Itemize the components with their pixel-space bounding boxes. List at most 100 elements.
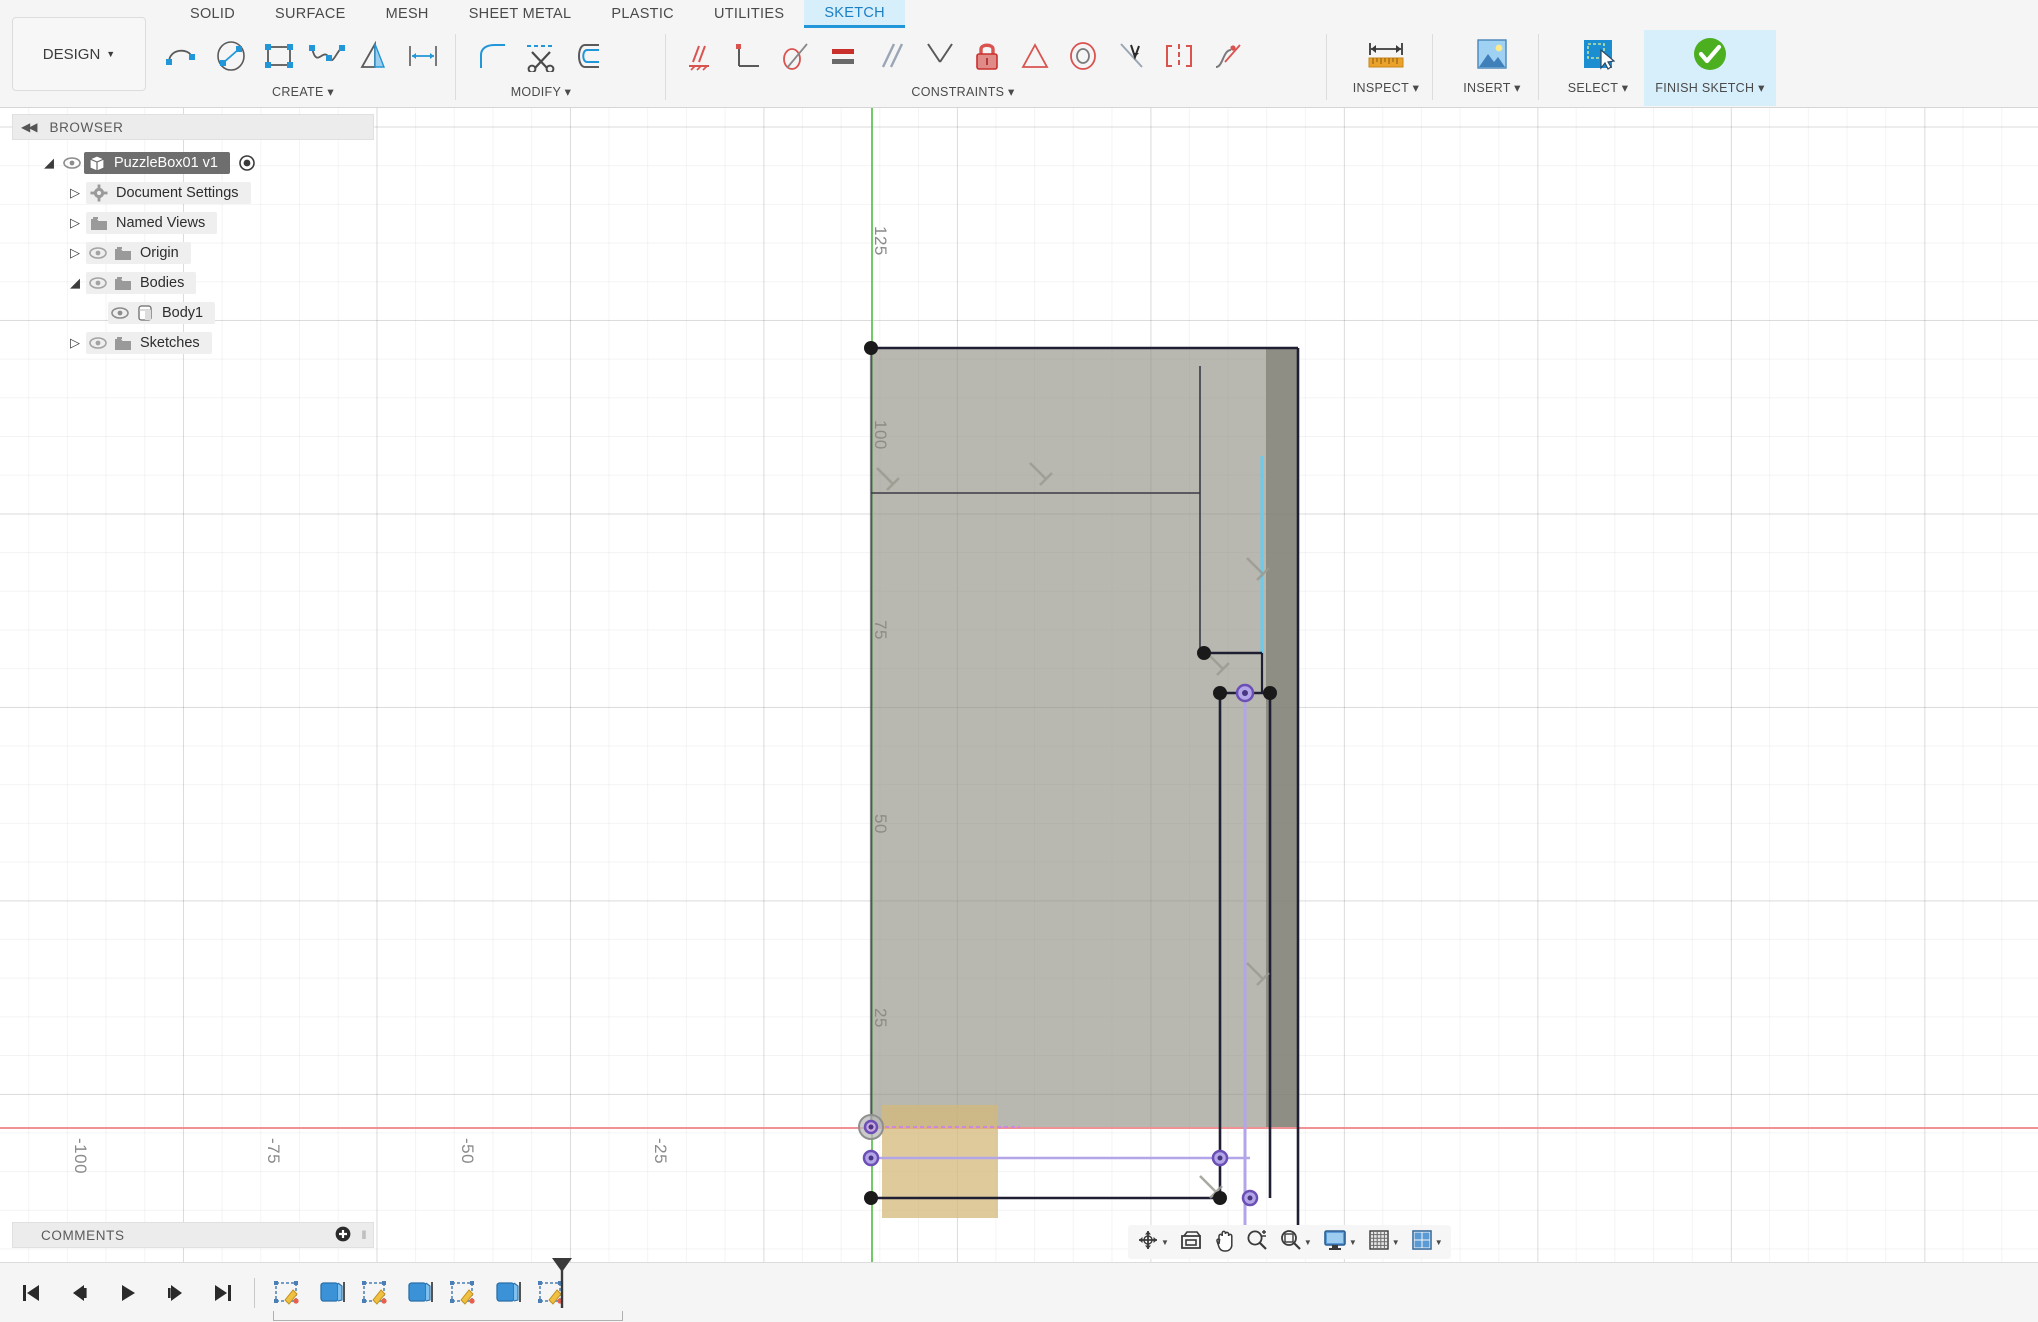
chevron-down-icon[interactable]: ▼ xyxy=(1349,1238,1357,1247)
tab-sketch[interactable]: SKETCH xyxy=(804,0,905,28)
offset-icon[interactable] xyxy=(566,32,612,80)
display-settings-button[interactable]: ▼ xyxy=(1318,1226,1361,1259)
mirror-icon[interactable] xyxy=(352,32,398,80)
zoom-window-button[interactable]: ▼ xyxy=(1275,1226,1316,1259)
expand-arrow-collapsed-icon[interactable]: ▷ xyxy=(64,245,86,261)
activate-component-radio[interactable] xyxy=(238,154,256,172)
sketch-point-pocket-midpoint[interactable] xyxy=(1235,683,1255,703)
pan-button[interactable] xyxy=(1209,1226,1239,1259)
zoom-button[interactable] xyxy=(1241,1226,1273,1259)
visibility-eye-icon[interactable] xyxy=(86,247,110,259)
spline-icon[interactable] xyxy=(304,32,350,80)
viewports-button[interactable]: ▼ xyxy=(1406,1226,1447,1259)
timeline-feature-sketch-1[interactable] xyxy=(271,1278,303,1308)
parallel-icon[interactable] xyxy=(868,32,914,80)
timeline-marker-icon[interactable] xyxy=(549,1256,575,1315)
expand-arrow-collapsed-icon[interactable]: ▷ xyxy=(64,215,86,231)
collinear-icon[interactable] xyxy=(1108,32,1154,80)
sketch-point-bottom-left[interactable] xyxy=(864,1191,878,1205)
sketch-point-pocket-top-left[interactable] xyxy=(1213,686,1227,700)
comments-panel[interactable]: COMMENTS ‖ xyxy=(12,1222,374,1248)
workspace-switcher-button[interactable]: DESIGN ▼ xyxy=(12,17,146,91)
midpoint-icon[interactable] xyxy=(1012,32,1058,80)
sketch-origin-point[interactable] xyxy=(858,1114,884,1140)
tree-node-document-settings[interactable]: ▷ Document Settings xyxy=(12,178,374,208)
tree-node-puzzlebox01[interactable]: ◢ PuzzleBox01 v1 xyxy=(12,148,374,178)
tree-node-body1[interactable]: Body1 xyxy=(12,298,374,328)
timeline-feature-extrude-6[interactable] xyxy=(491,1278,523,1308)
visibility-eye-icon[interactable] xyxy=(86,277,110,289)
expand-arrow-collapsed-icon[interactable]: ▷ xyxy=(64,185,86,201)
chevron-down-icon[interactable]: ▼ xyxy=(1161,1238,1169,1247)
viewports-icon xyxy=(1410,1228,1434,1257)
chevron-down-icon[interactable]: ▼ xyxy=(1304,1238,1312,1247)
profile-face-highlight-upper[interactable] xyxy=(882,1105,998,1218)
visibility-eye-icon[interactable] xyxy=(60,157,84,169)
trim-scissors-icon[interactable] xyxy=(518,32,564,80)
equal-icon[interactable] xyxy=(820,32,866,80)
horizontal-vertical-icon[interactable] xyxy=(676,32,722,80)
tree-node-sketches[interactable]: ▷ Sketches xyxy=(12,328,374,358)
chevron-down-icon: ▼ xyxy=(106,49,116,59)
constraints-group-label[interactable]: CONSTRAINTS ▾ xyxy=(911,84,1014,99)
timeline-feature-extrude-4[interactable] xyxy=(403,1278,435,1308)
tab-plastic[interactable]: PLASTIC xyxy=(591,0,694,28)
timeline-feature-sketch-5[interactable] xyxy=(447,1278,479,1308)
skip-to-start-icon[interactable] xyxy=(16,1279,46,1307)
insert-button[interactable]: INSERT ▾ xyxy=(1446,30,1538,106)
look-at-button[interactable] xyxy=(1175,1227,1207,1258)
expand-arrow-collapsed-icon[interactable]: ▷ xyxy=(64,335,86,351)
sketch-point-construction-left[interactable] xyxy=(862,1149,880,1167)
profile-face-main[interactable] xyxy=(871,348,1298,1127)
tab-solid[interactable]: SOLID xyxy=(170,0,255,28)
sketch-point-construction-right[interactable] xyxy=(1211,1149,1229,1167)
chevron-down-icon[interactable]: ▼ xyxy=(1392,1238,1400,1247)
symmetry-icon[interactable] xyxy=(1156,32,1202,80)
tab-sheet-metal[interactable]: SHEET METAL xyxy=(449,0,592,28)
add-comment-icon[interactable] xyxy=(335,1226,351,1245)
tree-node-named-views[interactable]: ▷ Named Views xyxy=(12,208,374,238)
step-back-icon[interactable] xyxy=(64,1279,94,1307)
modify-group-label[interactable]: MODIFY ▾ xyxy=(511,84,572,99)
expand-arrow-expanded-icon[interactable]: ◢ xyxy=(38,155,60,171)
timeline-feature-extrude-2[interactable] xyxy=(315,1278,347,1308)
sketch-point-pocket-top-right[interactable] xyxy=(1263,686,1277,700)
play-icon[interactable] xyxy=(112,1279,142,1307)
ellipse-icon[interactable] xyxy=(208,32,254,80)
main-toolbar: DESIGN ▼ SOLID SURFACE MESH SHEET METAL … xyxy=(0,0,2038,108)
sketch-point-origin-top[interactable] xyxy=(864,341,878,355)
create-group-label[interactable]: CREATE ▾ xyxy=(272,84,334,99)
tree-node-bodies[interactable]: ◢ Bodies xyxy=(12,268,374,298)
expand-arrow-expanded-icon[interactable]: ◢ xyxy=(64,275,86,291)
rectangle-icon[interactable] xyxy=(256,32,302,80)
chevron-down-icon[interactable]: ▼ xyxy=(1435,1238,1443,1247)
perpendicular-icon[interactable] xyxy=(724,32,770,80)
step-forward-icon[interactable] xyxy=(160,1279,190,1307)
tangent-icon[interactable] xyxy=(772,32,818,80)
fillet-icon[interactable] xyxy=(470,32,516,80)
line-icon[interactable] xyxy=(160,32,206,80)
sketch-point-construction-mid[interactable] xyxy=(1241,1189,1259,1207)
tab-utilities[interactable]: UTILITIES xyxy=(694,0,804,28)
fix-lock-icon[interactable] xyxy=(964,32,1010,80)
finish-sketch-button[interactable]: FINISH SKETCH ▾ xyxy=(1644,30,1776,106)
inspect-button[interactable]: INSPECT ▾ xyxy=(1340,30,1432,106)
angle-icon[interactable] xyxy=(916,32,962,80)
concentric-icon[interactable] xyxy=(1060,32,1106,80)
comments-resize-handle[interactable]: ‖ xyxy=(361,1228,367,1242)
orbit-button[interactable]: ▼ xyxy=(1132,1226,1173,1259)
dimension-icon[interactable] xyxy=(400,32,446,80)
sketch-point-step-a[interactable] xyxy=(1197,646,1211,660)
timeline-feature-sketch-3[interactable] xyxy=(359,1278,391,1308)
grid-snap-button[interactable]: ▼ xyxy=(1363,1226,1404,1259)
collapse-left-icon[interactable]: ◀◀ xyxy=(21,120,38,134)
tree-node-origin[interactable]: ▷ Origin xyxy=(12,238,374,268)
tab-mesh[interactable]: MESH xyxy=(366,0,449,28)
visibility-eye-icon[interactable] xyxy=(86,337,110,349)
select-button[interactable]: SELECT ▾ xyxy=(1552,30,1644,106)
curvature-icon[interactable] xyxy=(1204,32,1250,80)
sketch-point-bottom-right[interactable] xyxy=(1213,1191,1227,1205)
skip-to-end-icon[interactable] xyxy=(208,1279,238,1307)
visibility-eye-icon[interactable] xyxy=(108,307,132,319)
tab-surface[interactable]: SURFACE xyxy=(255,0,366,28)
